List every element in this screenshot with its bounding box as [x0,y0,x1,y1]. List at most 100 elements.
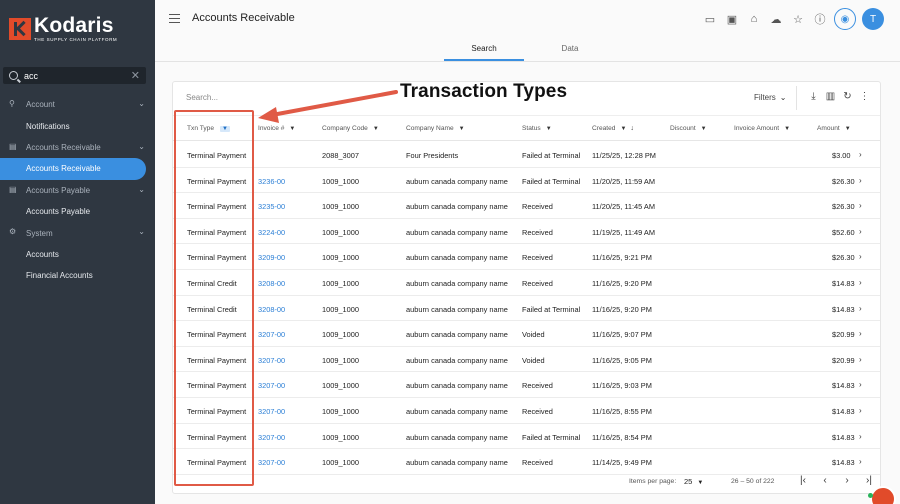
table-row[interactable]: Terminal Payment 3207-00 1009_1000 auburn c… [173,372,880,398]
company-name-cell: auburn canada company name [406,355,508,365]
filters-button[interactable]: Filters ⌄ [754,93,786,102]
sidebar-group[interactable]: ▤ Accounts Payable ⌄ [0,180,155,201]
invoice-number-link[interactable]: 3236-00 [258,177,285,186]
row-open-chevron-icon[interactable]: › [859,304,862,313]
last-page-icon[interactable]: ›| [858,475,880,486]
row-open-chevron-icon[interactable]: › [859,380,862,389]
invoice-number-link[interactable]: 3207-00 [258,407,285,416]
menu-icon[interactable] [169,14,180,23]
download-icon[interactable]: ⤓ [805,91,822,102]
column-header[interactable]: Created ▼ ↓ [592,125,634,132]
invoice-number-link[interactable]: 3207-00 [258,433,285,442]
row-open-chevron-icon[interactable]: › [859,329,862,338]
items-per-page-select[interactable]: 25 ▼ [684,477,703,486]
table-row[interactable]: Terminal Payment 3236-00 1009_1000 auburn c… [173,168,880,194]
column-menu-icon[interactable]: ▼ [845,126,851,132]
invoice-number-link[interactable]: 3208-00 [258,305,285,314]
chat-support-icon[interactable] [870,486,896,504]
cloud-download-icon[interactable]: ☁ [765,8,787,30]
row-open-chevron-icon[interactable]: › [859,227,862,236]
column-header[interactable]: Invoice # ▼ [258,125,295,132]
sidebar-group[interactable]: ▤ Accounts Receivable ⌄ [0,137,155,158]
assistant-robot-icon[interactable]: ◉ [834,8,856,30]
table-row[interactable]: Terminal Payment 3207-00 1009_1000 auburn c… [173,321,880,347]
refresh-icon[interactable]: ↻ [839,91,856,102]
row-open-chevron-icon[interactable]: › [859,457,862,466]
column-menu-icon[interactable]: ▼ [784,126,790,132]
column-header[interactable]: Company Name ▼ [406,125,465,132]
sidebar-item[interactable]: Accounts Receivable [0,158,146,180]
row-open-chevron-icon[interactable]: › [859,176,862,185]
table-search-input[interactable]: Search... [186,93,218,102]
row-open-chevron-icon[interactable]: › [859,432,862,441]
avatar[interactable]: T [862,8,884,30]
row-open-chevron-icon[interactable]: › [859,355,862,364]
company-name-cell: auburn canada company name [406,458,508,468]
column-menu-icon[interactable]: ▼ [373,126,379,132]
sidebar-group[interactable]: ⚙ System ⌄ [0,222,155,243]
table-row[interactable]: Terminal Payment 2088_3007 Four Presidents… [173,142,880,168]
next-page-icon[interactable]: › [836,475,858,486]
row-open-chevron-icon[interactable]: › [859,252,862,261]
table-row[interactable]: Terminal Payment 3235-00 1009_1000 auburn c… [173,193,880,219]
tab-search[interactable]: Search [444,44,524,53]
table-row[interactable]: Terminal Payment 3207-00 1009_1000 auburn c… [173,398,880,424]
column-menu-icon[interactable]: ▼ [289,126,295,132]
kodaris-logo[interactable]: Kodaris THE SUPPLY CHAIN PLATFORM [9,15,117,42]
prev-page-icon[interactable]: ‹ [814,475,836,486]
row-open-chevron-icon[interactable]: › [859,278,862,287]
invoice-number-link[interactable]: 3207-00 [258,458,285,467]
more-options-icon[interactable]: ⋮ [856,91,873,102]
sidebar-search[interactable]: acc ✕ [3,67,146,84]
sidebar-item[interactable]: Notifications [0,115,155,136]
invoice-number-link[interactable]: 3209-00 [258,253,285,262]
tab-data[interactable]: Data [530,44,610,53]
company-name-cell: auburn canada company name [406,253,508,263]
row-open-chevron-icon[interactable]: › [859,201,862,210]
amount-cell: $14.83 [832,406,855,416]
sidebar-item[interactable]: Accounts [0,244,155,265]
row-open-chevron-icon[interactable]: › [859,150,862,159]
column-header[interactable]: Status ▼ [522,125,552,132]
pagination: Items per page: 25 ▼ 26 – 50 of 222 |‹ ‹ … [173,470,880,493]
clear-icon[interactable]: ✕ [131,69,140,82]
column-menu-icon[interactable]: ▼ [546,126,552,132]
table-row[interactable]: Terminal Credit 3208-00 1009_1000 auburn ca… [173,296,880,322]
invoice-number-link[interactable]: 3207-00 [258,330,285,339]
items-per-page-value: 25 [684,477,693,486]
help-icon[interactable]: ⓘ [809,8,831,30]
column-menu-icon[interactable]: ▼ [701,126,707,132]
row-open-chevron-icon[interactable]: › [859,406,862,415]
column-header[interactable]: Amount ▼ [817,125,851,132]
table-row[interactable]: Terminal Payment 3207-00 1009_1000 auburn c… [173,424,880,450]
column-header[interactable]: Company Code ▼ [322,125,379,132]
table-row[interactable]: Terminal Payment 3209-00 1009_1000 auburn c… [173,244,880,270]
invoice-number-link[interactable]: 3208-00 [258,279,285,288]
column-menu-icon[interactable]: ▼ [459,126,465,132]
sidebar-group[interactable]: ⚲ Account ⌄ [0,94,155,115]
sidebar-item-label: Accounts [26,249,59,259]
invoice-number-link[interactable]: 3207-00 [258,356,285,365]
invoice-number-link[interactable]: 3224-00 [258,228,285,237]
top-bar: Accounts Receivable ▭ ▣ ⌂ ☁ ☆ ⓘ ◉ T [155,0,900,38]
sidebar-search-input[interactable]: acc [24,71,131,81]
column-header[interactable]: Discount ▼ [670,125,707,132]
columns-icon[interactable]: ▥ [822,91,839,102]
amount-cell: $14.83 [832,278,855,288]
sidebar-item[interactable]: Accounts Payable [0,201,155,222]
first-page-icon[interactable]: |‹ [792,475,814,486]
briefcase-icon[interactable]: ▣ [721,8,743,30]
column-menu-icon[interactable]: ▼ [620,126,626,132]
invoice-number-link[interactable]: 3207-00 [258,381,285,390]
column-header[interactable]: Invoice Amount ▼ [734,125,790,132]
invoice-number-link[interactable]: 3235-00 [258,202,285,211]
sidebar-item[interactable]: Financial Accounts [0,265,155,286]
table-row[interactable]: Terminal Payment 3224-00 1009_1000 auburn c… [173,219,880,245]
company-code-cell: 1009_1000 [322,355,359,365]
bank-icon[interactable]: ⌂ [743,8,765,30]
table-row[interactable]: Terminal Credit 3208-00 1009_1000 auburn ca… [173,270,880,296]
sort-desc-icon[interactable]: ↓ [630,125,634,132]
star-icon[interactable]: ☆ [787,8,809,30]
table-row[interactable]: Terminal Payment 3207-00 1009_1000 auburn c… [173,347,880,373]
payment-card-icon[interactable]: ▭ [699,8,721,30]
